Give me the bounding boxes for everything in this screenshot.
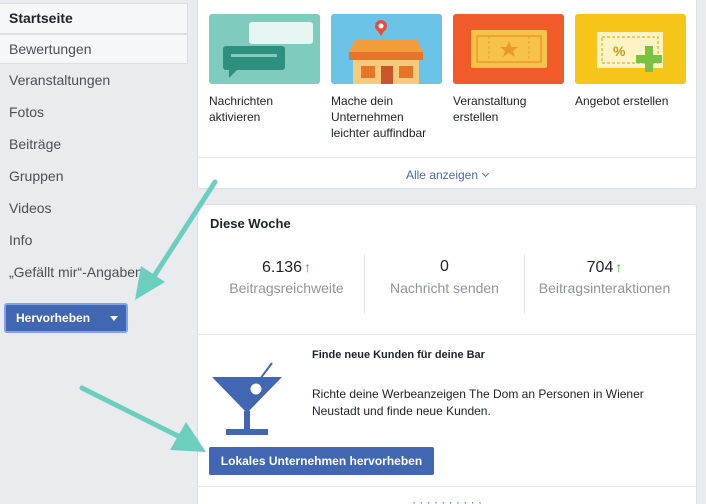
storefront-pin-icon [331, 14, 442, 84]
tile-label: Angebot erstellen [575, 94, 669, 108]
sidebar-item-beitraege[interactable]: Beiträge [0, 128, 188, 160]
sidebar-item-bewertungen[interactable]: Bewertungen [0, 34, 188, 64]
stat-value: 0 [440, 258, 449, 275]
see-all-link[interactable]: Alle anzeigen [198, 157, 696, 192]
tile-label: Nachrichten aktivieren [209, 94, 274, 124]
boost-local-business-button[interactable]: Lokales Unternehmen hervorheben [209, 447, 434, 475]
stat-label: Nachricht senden [390, 280, 499, 296]
chevron-down-icon [481, 169, 490, 178]
more-link[interactable]: · · · · · · · · · · [198, 495, 696, 504]
promote-button[interactable]: Hervorheben [4, 303, 128, 333]
svg-text:%: % [613, 43, 626, 59]
sidebar-item-videos[interactable]: Videos [0, 192, 188, 224]
chat-bubbles-icon [209, 14, 320, 84]
divider [364, 254, 365, 314]
section-title: Diese Woche [210, 216, 291, 231]
stat-value: 6.136 [261, 259, 303, 276]
trend-up-icon: ↑ [615, 259, 623, 275]
divider [198, 334, 696, 335]
tile-event[interactable]: Veranstaltung erstellen [453, 14, 564, 125]
this-week-card: Diese Woche 6.136 ↑ Beitragsreichweite 0 … [197, 204, 697, 504]
sidebar-item-likes[interactable]: „Gefällt mir“-Angaben [0, 256, 188, 288]
divider [524, 254, 525, 314]
tile-messages[interactable]: Nachrichten aktivieren [209, 14, 320, 125]
ticket-star-icon [453, 14, 564, 84]
stat-reach[interactable]: 6.136 ↑ Beitragsreichweite [209, 257, 364, 296]
stat-value: 704 [586, 259, 614, 276]
stat-label: Beitragsreichweite [229, 280, 344, 296]
sidebar-item-info[interactable]: Info [0, 224, 188, 256]
see-all-label: Alle anzeigen [405, 168, 479, 182]
actions-card: Nachrichten aktivieren Mache dein Untern… [197, 0, 697, 189]
page-sidebar: Startseite Bewertungen Veranstaltungen F… [0, 0, 188, 288]
stat-messages[interactable]: 0 Nachricht senden [367, 257, 522, 296]
stat-engagement[interactable]: 704 ↑ Beitragsinteraktionen [527, 257, 682, 296]
promo-text: Richte deine Werbeanzeigen The Dom an Pe… [312, 387, 644, 418]
tile-label: Mache dein Unternehmen leichter auffindb… [331, 94, 427, 140]
divider [198, 486, 696, 487]
sidebar-item-startseite[interactable]: Startseite [0, 3, 188, 34]
caret-down-icon [110, 316, 118, 321]
trend-up-icon: ↑ [304, 259, 312, 275]
tile-offer[interactable]: % Angebot erstellen [575, 14, 686, 109]
sidebar-item-fotos[interactable]: Fotos [0, 96, 188, 128]
sidebar-item-veranstaltungen[interactable]: Veranstaltungen [0, 64, 188, 96]
sidebar-item-gruppen[interactable]: Gruppen [0, 160, 188, 192]
annotation-arrow-icon [79, 385, 206, 452]
cocktail-glass-icon [212, 362, 282, 435]
promo-title: Finde neue Kunden für deine Bar [312, 349, 485, 361]
promote-button-label: Hervorheben [16, 311, 91, 325]
tile-findable[interactable]: Mache dein Unternehmen leichter auffindb… [331, 14, 442, 141]
stat-label: Beitragsinteraktionen [538, 280, 671, 296]
tile-label: Veranstaltung erstellen [453, 94, 527, 124]
coupon-percent-icon: % [575, 14, 686, 84]
